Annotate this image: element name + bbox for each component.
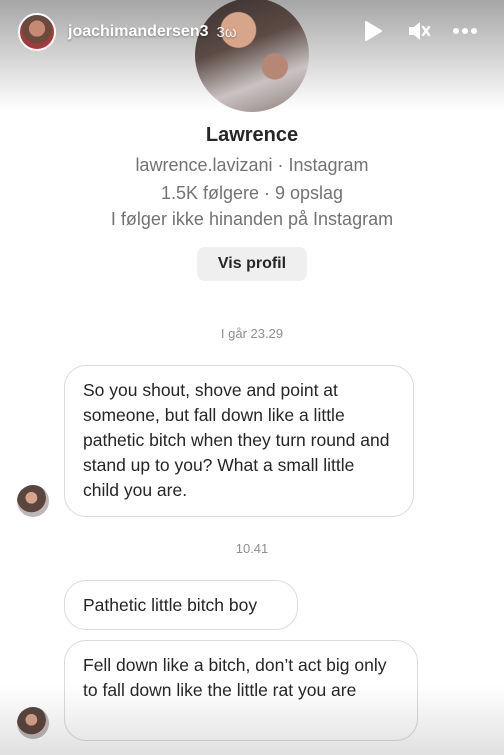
message-bubble[interactable]: Fell down like a bitch, don’t act big on… [64, 640, 418, 741]
sender-avatar[interactable] [17, 485, 49, 517]
message-timestamp: I går 23.29 [220, 326, 284, 341]
mute-icon[interactable] [406, 18, 432, 44]
more-icon[interactable] [452, 18, 478, 44]
story-username[interactable]: joachimandersen3 [68, 23, 209, 41]
profile-handle: lawrence.lavizani · Instagram [135, 155, 369, 175]
message-bubble[interactable]: So you shout, shove and point at someone… [64, 365, 414, 517]
story-controls [360, 18, 478, 44]
view-profile-button[interactable]: Vis profil [197, 247, 307, 281]
message-timestamp: 10.41 [235, 541, 269, 556]
message-bubble[interactable]: Pathetic little bitch boy [64, 580, 298, 630]
profile-name: Lawrence [205, 124, 299, 146]
story-time-ago: 3ω [216, 23, 237, 41]
story-author-avatar[interactable] [18, 13, 56, 51]
sender-avatar[interactable] [17, 707, 49, 739]
follow-status: I følger ikke hinanden på Instagram [110, 209, 394, 229]
play-icon[interactable] [360, 18, 386, 44]
profile-stats: 1.5K følgere · 9 opslag [160, 183, 344, 203]
